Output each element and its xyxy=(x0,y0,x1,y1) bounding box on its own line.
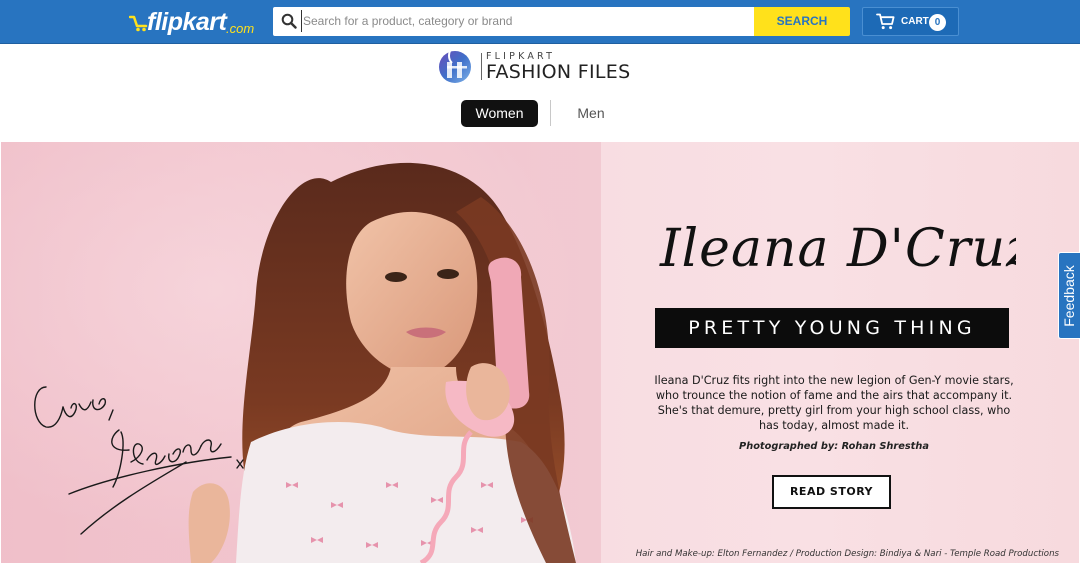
logo-divider xyxy=(481,53,482,80)
logo-suffix: .com xyxy=(226,21,255,36)
feedback-label: Feedback xyxy=(1061,265,1077,327)
search-input[interactable] xyxy=(301,10,741,32)
feedback-tab[interactable]: Feedback xyxy=(1058,252,1080,339)
tab-men[interactable]: Men xyxy=(566,100,616,127)
hero-banner[interactable]: Ileana D'Cruz PRETTY YOUNG THING Ileana … xyxy=(1,142,1079,563)
top-header-bar: flipkart .com SEARCH CART 0 xyxy=(0,0,1080,44)
brand-line2: FASHION FILES xyxy=(486,61,631,83)
read-story-button[interactable]: READ STORY xyxy=(772,475,891,509)
search-box xyxy=(273,7,754,36)
cart-logo-icon xyxy=(129,15,148,32)
hero-tagline: PRETTY YOUNG THING xyxy=(688,317,976,339)
search-icon xyxy=(281,13,297,29)
production-credits: Hair and Make-up: Elton Fernandez / Prod… xyxy=(635,549,1059,559)
svg-text:Ileana D'Cruz: Ileana D'Cruz xyxy=(659,219,1016,279)
tab-divider xyxy=(550,100,551,126)
hero-title-script: Ileana D'Cruz xyxy=(659,219,1016,279)
cart-button[interactable]: CART 0 xyxy=(862,7,959,36)
fashion-files-logo[interactable]: FLIPKART FASHION FILES xyxy=(438,45,648,87)
tab-women[interactable]: Women xyxy=(461,100,538,127)
photo-credit: Photographed by: Rohan Shrestha xyxy=(739,441,929,452)
fashion-files-emblem-icon xyxy=(439,46,471,83)
cart-count-badge: 0 xyxy=(929,14,946,31)
shopping-cart-icon xyxy=(876,13,895,30)
flipkart-logo[interactable]: flipkart .com xyxy=(127,6,257,38)
hero-description: Ileana D'Cruz fits right into the new le… xyxy=(654,374,1014,432)
tagline-banner: PRETTY YOUNG THING xyxy=(655,308,1009,348)
logo-wordmark: flipkart xyxy=(147,8,227,36)
search-button[interactable]: SEARCH xyxy=(754,7,850,36)
cart-label: CART xyxy=(901,16,929,27)
